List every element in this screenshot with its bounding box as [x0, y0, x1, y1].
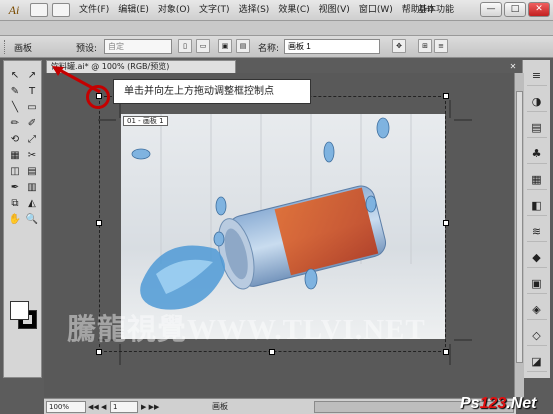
swatches-panel-icon[interactable]: ▤ — [526, 118, 547, 138]
handle-bottom-center[interactable] — [269, 349, 275, 355]
color-panel-icon[interactable]: ≡ — [526, 66, 547, 86]
zoom-tool-icon[interactable]: 🔍 — [24, 213, 40, 227]
document-close-icon[interactable]: ✕ — [508, 62, 518, 72]
pencil-tool-icon[interactable]: ✐ — [24, 117, 40, 131]
arrow-icon — [52, 66, 101, 94]
type-tool-icon[interactable]: T — [24, 85, 40, 99]
menu-bar: 文件(F) 编辑(E) 对象(O) 文字(T) 选择(S) 效果(C) 视图(V… — [79, 4, 443, 16]
brushes-panel-icon[interactable]: ▦ — [526, 170, 547, 190]
transparency-panel-icon[interactable]: ◆ — [526, 248, 547, 268]
menu-window[interactable]: 窗口(W) — [359, 4, 402, 16]
rectangle-tool-icon[interactable]: ▭ — [24, 101, 40, 115]
fill-swatch[interactable] — [10, 301, 29, 320]
control-bar-grip[interactable] — [4, 40, 7, 54]
artboard-name-input[interactable] — [284, 39, 380, 54]
illustrator-logo: Ai — [8, 3, 20, 17]
direct-selection-tool-icon[interactable]: ↗ — [24, 69, 40, 83]
panel-menu-icon[interactable]: ≡ — [434, 39, 448, 53]
status-mode-label[interactable]: 画板 — [212, 402, 228, 412]
delete-artboard-icon[interactable]: ▤ — [236, 39, 250, 53]
selection-tool-icon[interactable]: ↖ — [7, 69, 23, 83]
line-tool-icon[interactable]: ╲ — [7, 101, 23, 115]
slice-tool-icon[interactable]: ◭ — [24, 197, 40, 211]
vertical-scrollbar[interactable] — [514, 73, 524, 397]
eyedropper-tool-icon[interactable]: ✒ — [7, 181, 23, 195]
handle-top-right[interactable] — [443, 93, 449, 99]
control-bar: 画板 预设: 自定 ▯ ▭ ▣ ▤ 名称: ✥ ⊞ ≡ — [0, 36, 553, 58]
gradient-panel-icon[interactable]: ≋ — [526, 222, 547, 242]
maximize-button[interactable]: □ — [504, 2, 526, 17]
name-label: 名称: — [258, 44, 280, 54]
panel-dock: ≡ ◑ ▤ ♣ ▦ ◧ ≋ ◆ ▣ ◈ ◇ ◪ — [522, 60, 550, 378]
tool-grid: ↖ ↗ ✎ T ╲ ▭ ✏ ✐ ⟲ ⤢ ▦ ✂ ◫ ▤ ✒ ▥ ⧉ ◭ ✋ 🔍 — [7, 69, 40, 227]
move-copy-icon[interactable]: ✥ — [392, 39, 406, 53]
handle-middle-left[interactable] — [96, 220, 102, 226]
status-bar: 100% ◀◀ ◀ 1 ▶ ▶▶ 画板 — [44, 398, 516, 414]
reference-point-icon[interactable]: ⊞ — [418, 39, 432, 53]
new-artboard-icon[interactable]: ▣ — [218, 39, 232, 53]
hand-tool-icon[interactable]: ✋ — [7, 213, 23, 227]
artboard-tool-icon[interactable]: ⧉ — [7, 197, 23, 211]
watermark: 騰龍視覺WWW.TLVI.NET — [67, 314, 426, 346]
application-bar: Ai 文件(F) 编辑(E) 对象(O) 文字(T) 选择(S) 效果(C) 视… — [0, 0, 553, 21]
artboard-next-nav[interactable]: ▶ ▶▶ — [141, 402, 159, 412]
preset-select[interactable]: 自定 — [104, 39, 172, 54]
menu-object[interactable]: 对象(O) — [158, 4, 199, 16]
toolbar-strip — [0, 21, 553, 36]
color-guide-icon[interactable]: ◑ — [526, 92, 547, 112]
portrait-icon[interactable]: ▯ — [178, 39, 192, 53]
graph-tool-icon[interactable]: ▥ — [24, 181, 40, 195]
preset-label: 预设: — [76, 44, 98, 54]
arrange-documents-button[interactable] — [52, 3, 70, 17]
landscape-icon[interactable]: ▭ — [196, 39, 210, 53]
menu-select[interactable]: 选择(S) — [239, 4, 279, 16]
control-bar-label: 画板 — [14, 44, 33, 54]
mesh-tool-icon[interactable]: ◫ — [7, 165, 23, 179]
gradient-tool-icon[interactable]: ▤ — [24, 165, 40, 179]
handle-middle-right[interactable] — [443, 220, 449, 226]
workspace-switcher[interactable]: 基本功能 — [418, 3, 476, 17]
scissors-tool-icon[interactable]: ✂ — [24, 149, 40, 163]
menu-file[interactable]: 文件(F) — [79, 4, 118, 16]
menu-type[interactable]: 文字(T) — [199, 4, 239, 16]
stroke-panel-icon[interactable]: ◧ — [526, 196, 547, 216]
artboards-panel-icon[interactable]: ◪ — [526, 352, 547, 372]
bridge-button[interactable] — [30, 3, 48, 17]
menu-edit[interactable]: 编辑(E) — [118, 4, 158, 16]
close-button[interactable]: ✕ — [528, 2, 550, 17]
menu-view[interactable]: 视图(V) — [319, 4, 359, 16]
annotation-callout: 单击并向左上方拖动调整框控制点 — [113, 79, 311, 104]
minimize-button[interactable]: — — [480, 2, 502, 17]
tools-panel: ↖ ↗ ✎ T ╲ ▭ ✏ ✐ ⟲ ⤢ ▦ ✂ ◫ ▤ ✒ ▥ ⧉ ◭ ✋ 🔍 — [3, 60, 42, 378]
rotate-tool-icon[interactable]: ⟲ — [7, 133, 23, 147]
artboard-prev-nav[interactable]: ◀◀ ◀ — [88, 402, 106, 412]
zoom-select[interactable]: 100% — [46, 401, 86, 413]
symbols-panel-icon[interactable]: ♣ — [526, 144, 547, 164]
vertical-scroll-thumb[interactable] — [516, 91, 523, 363]
menu-effect[interactable]: 效果(C) — [278, 4, 318, 16]
window-controls: — □ ✕ — [480, 2, 550, 17]
artboard-number-select[interactable]: 1 — [110, 401, 138, 413]
handle-bottom-left[interactable] — [96, 349, 102, 355]
scale-tool-icon[interactable]: ⤢ — [24, 133, 40, 147]
graphic-styles-panel-icon[interactable]: ◈ — [526, 300, 547, 320]
symbol-sprayer-tool-icon[interactable]: ▦ — [7, 149, 23, 163]
site-logo: Ps123.Net — [460, 395, 537, 412]
handle-bottom-right[interactable] — [443, 349, 449, 355]
paintbrush-tool-icon[interactable]: ✏ — [7, 117, 23, 131]
appearance-panel-icon[interactable]: ▣ — [526, 274, 547, 294]
layers-panel-icon[interactable]: ◇ — [526, 326, 547, 346]
magic-wand-tool-icon[interactable]: ✎ — [7, 85, 23, 99]
